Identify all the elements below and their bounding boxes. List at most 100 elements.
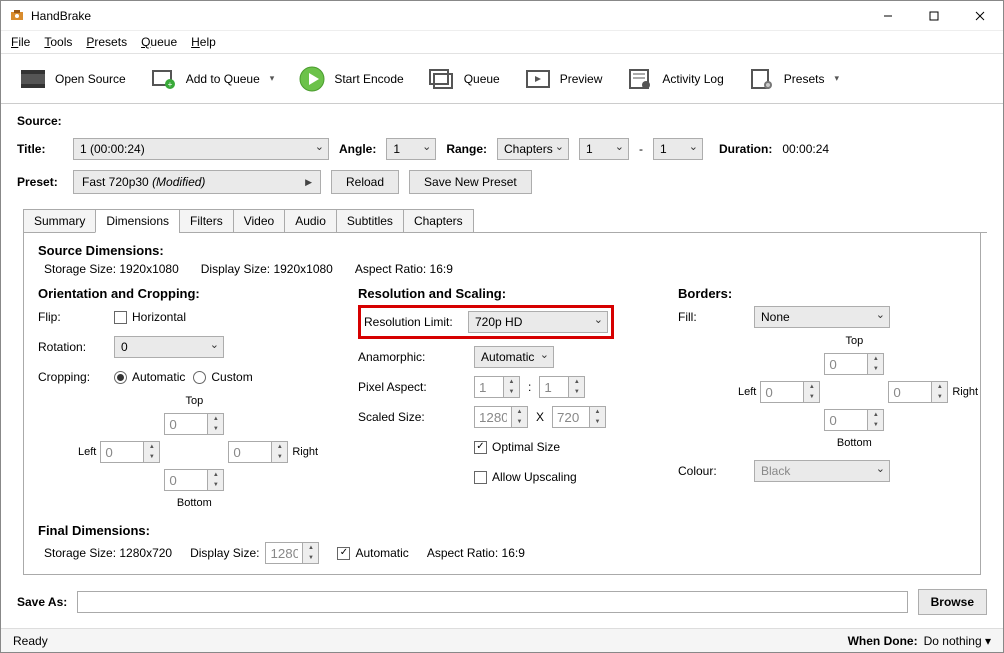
menu-tools[interactable]: Tools: [38, 33, 78, 51]
dimensions-panel: Source Dimensions: Storage Size: 1920x10…: [23, 233, 981, 575]
toolbar: Open Source + Add to Queue ▾ Start Encod…: [1, 54, 1003, 104]
cropping-automatic-radio[interactable]: Automatic: [114, 370, 185, 384]
final-dimensions-header: Final Dimensions:: [38, 523, 966, 538]
activity-log-button[interactable]: Activity Log: [616, 62, 733, 96]
when-done-select[interactable]: Do nothing ▾: [924, 634, 991, 648]
save-as-label: Save As:: [17, 595, 67, 609]
src-display: Display Size: 1920x1080: [201, 262, 333, 276]
fill-label: Fill:: [678, 310, 746, 324]
queue-add-icon: +: [150, 66, 178, 92]
rotation-select[interactable]: 0: [114, 336, 224, 358]
tabs: Summary Dimensions Filters Video Audio S…: [23, 208, 987, 233]
chevron-down-icon: ▾: [270, 73, 275, 84]
scaled-height-input[interactable]: ▲▼: [552, 406, 606, 428]
title-select[interactable]: 1 (00:00:24): [73, 138, 329, 160]
tab-summary[interactable]: Summary: [23, 209, 96, 233]
range-to-select[interactable]: 1: [653, 138, 703, 160]
crop-right-input[interactable]: ▲▼: [228, 441, 288, 463]
colour-select[interactable]: Black: [754, 460, 890, 482]
queue-button[interactable]: Queue: [418, 62, 510, 96]
menu-presets[interactable]: Presets: [80, 33, 133, 51]
resolution-limit-label: Resolution Limit:: [364, 315, 460, 329]
colour-label: Colour:: [678, 464, 746, 478]
flip-horizontal-checkbox[interactable]: Horizontal: [114, 310, 186, 324]
optimal-size-checkbox[interactable]: ✓Optimal Size: [474, 440, 560, 454]
resolution-limit-select[interactable]: 720p HD: [468, 311, 608, 333]
start-encode-button[interactable]: Start Encode: [288, 62, 413, 96]
border-right-input[interactable]: ▲▼: [888, 381, 948, 403]
flip-label: Flip:: [38, 310, 106, 324]
chevron-down-icon: ▾: [834, 73, 839, 84]
svg-text:+: +: [167, 80, 172, 89]
save-new-preset-button[interactable]: Save New Preset: [409, 170, 532, 194]
range-from-select[interactable]: 1: [579, 138, 629, 160]
rotation-label: Rotation:: [38, 340, 106, 354]
open-source-button[interactable]: Open Source: [9, 62, 136, 96]
menu-help[interactable]: Help: [185, 33, 222, 51]
anamorphic-label: Anamorphic:: [358, 350, 466, 364]
cropping-custom-radio[interactable]: Custom: [193, 370, 252, 384]
crop-top-input[interactable]: ▲▼: [164, 413, 224, 435]
play-icon: [298, 66, 326, 92]
tab-subtitles[interactable]: Subtitles: [336, 209, 404, 233]
tab-filters[interactable]: Filters: [179, 209, 234, 233]
close-button[interactable]: [957, 1, 1003, 31]
minimize-button[interactable]: [865, 1, 911, 31]
pixel-aspect-1-input[interactable]: ▲▼: [474, 376, 520, 398]
border-top-input[interactable]: ▲▼: [824, 353, 884, 375]
preset-select[interactable]: Fast 720p30 (Modified): [73, 170, 321, 194]
preview-icon: [524, 66, 552, 92]
title-label: Title:: [17, 142, 63, 156]
film-icon: [19, 66, 47, 92]
when-done-label: When Done:: [848, 634, 918, 648]
preset-label: Preset:: [17, 175, 63, 189]
tab-dimensions[interactable]: Dimensions: [95, 209, 180, 233]
range-type-select[interactable]: Chapters: [497, 138, 569, 160]
final-aspect: Aspect Ratio: 16:9: [427, 546, 525, 560]
save-as-row: Save As: Browse: [1, 581, 1003, 625]
reload-button[interactable]: Reload: [331, 170, 399, 194]
range-label: Range:: [446, 142, 487, 156]
cropping-label: Cropping:: [38, 370, 106, 384]
anamorphic-select[interactable]: Automatic: [474, 346, 554, 368]
final-display-input[interactable]: ▲▼: [265, 542, 319, 564]
final-storage: Storage Size: 1280x720: [44, 546, 172, 560]
pixel-aspect-2-input[interactable]: ▲▼: [539, 376, 585, 398]
src-aspect: Aspect Ratio: 16:9: [355, 262, 453, 276]
crop-bottom-input[interactable]: ▲▼: [164, 469, 224, 491]
fill-select[interactable]: None: [754, 306, 890, 328]
save-as-input[interactable]: [77, 591, 907, 613]
presets-button[interactable]: Presets ▾: [738, 62, 849, 96]
titlebar: HandBrake: [1, 1, 1003, 31]
scaled-size-label: Scaled Size:: [358, 410, 466, 424]
resolution-limit-highlight: Resolution Limit: 720p HD: [358, 305, 614, 339]
menubar: File Tools Presets Queue Help: [1, 31, 1003, 53]
statusbar: Ready When Done: Do nothing ▾: [1, 628, 1003, 652]
scaled-width-input[interactable]: ▲▼: [474, 406, 528, 428]
tab-audio[interactable]: Audio: [284, 209, 337, 233]
final-automatic-checkbox[interactable]: ✓Automatic: [337, 546, 408, 560]
tab-video[interactable]: Video: [233, 209, 285, 233]
allow-upscaling-checkbox[interactable]: Allow Upscaling: [474, 470, 577, 484]
duration-value: 00:00:24: [782, 142, 829, 156]
border-bottom-input[interactable]: ▲▼: [824, 409, 884, 431]
angle-select[interactable]: 1: [386, 138, 436, 160]
window-title: HandBrake: [31, 9, 865, 23]
border-left-input[interactable]: ▲▼: [760, 381, 820, 403]
tab-chapters[interactable]: Chapters: [403, 209, 474, 233]
resolution-header: Resolution and Scaling:: [358, 286, 638, 301]
add-to-queue-button[interactable]: + Add to Queue ▾: [140, 62, 285, 96]
borders-header: Borders:: [678, 286, 958, 301]
maximize-button[interactable]: [911, 1, 957, 31]
crop-left-input[interactable]: ▲▼: [100, 441, 160, 463]
angle-label: Angle:: [339, 142, 376, 156]
app-icon: [9, 8, 25, 24]
preview-button[interactable]: Preview: [514, 62, 613, 96]
browse-button[interactable]: Browse: [918, 589, 987, 615]
log-icon: [626, 66, 654, 92]
menu-file[interactable]: File: [5, 33, 36, 51]
source-dimensions-header: Source Dimensions:: [38, 243, 966, 258]
orientation-header: Orientation and Cropping:: [38, 286, 318, 301]
menu-queue[interactable]: Queue: [135, 33, 183, 51]
source-label: Source:: [17, 114, 987, 128]
